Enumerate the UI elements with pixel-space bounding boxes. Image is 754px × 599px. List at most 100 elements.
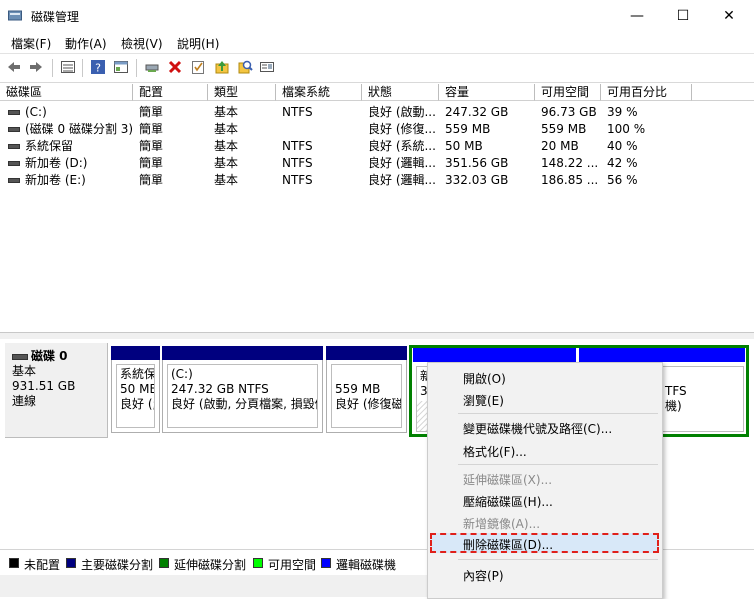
search-icon[interactable] [237,59,253,75]
column-header-type[interactable]: 類型 [208,84,276,101]
partition-status: 良好 (修復磁 [335,397,402,411]
column-header-volume[interactable]: 磁碟區 [0,84,133,101]
volume-free-percent: 40 % [607,139,638,153]
disk-size: 931.51 GB [12,379,76,393]
volume-type: 基本 [214,122,239,136]
volume-status: 良好 (邏輯... [368,156,436,170]
minimize-icon: — [630,7,644,24]
menu-item-properties[interactable]: 內容(P) [463,567,504,584]
volume-icon [8,127,20,132]
menu-item-open[interactable]: 開啟(O) [463,370,506,387]
toolbar: ? [0,53,754,83]
column-header-capacity[interactable]: 容量 [439,84,535,101]
partition-size: 247.32 GB NTFS [171,382,269,396]
menu-item-explore[interactable]: 瀏覽(E) [463,392,504,409]
column-header-layout[interactable]: 配置 [133,84,208,101]
volume-free-space: 96.73 GB [541,105,597,119]
partition-status: 機) [665,399,682,413]
volume-row[interactable]: (磁碟 0 磁碟分割 3) 簡單 基本 良好 (修復... 559 MB 559… [0,121,754,138]
details-icon[interactable] [259,59,275,75]
legend-swatch-extended [159,558,169,568]
volume-name: (磁碟 0 磁碟分割 3) [25,122,134,136]
menu-item-change-drive-letter[interactable]: 變更磁碟機代號及路徑(C)... [463,420,612,437]
forward-icon[interactable] [28,59,44,75]
partition-bar-primary [111,346,160,360]
context-menu: 開啟(O) 瀏覽(E) 變更磁碟機代號及路徑(C)... 格式化(F)... 延… [427,362,663,599]
volume-icon [8,144,20,149]
back-icon[interactable] [6,59,22,75]
volume-status: 良好 (邏輯... [368,173,436,187]
help-icon[interactable]: ? [90,59,106,75]
status-bar [0,575,427,597]
maximize-button[interactable]: ☐ [660,0,706,31]
check-icon[interactable] [190,59,206,75]
logical-bar [579,348,745,362]
column-header-free-percent[interactable]: 可用百分比 [601,84,692,101]
menu-item-add-mirror: 新增鏡像(A)... [463,517,541,531]
partition-size: 50 MB [120,382,155,396]
partition-bar-primary [326,346,407,360]
column-header-free-space[interactable]: 可用空間 [535,84,601,101]
volume-filesystem: NTFS [282,173,313,187]
menu-help[interactable]: 說明(H) [177,35,219,52]
menu-file[interactable]: 檔案(F) [11,35,51,52]
minimize-button[interactable]: — [614,0,660,31]
volume-free-space: 559 MB [541,122,587,136]
volume-filesystem: NTFS [282,105,313,119]
partition-recovery[interactable]: 559 MB 良好 (修復磁 [326,360,407,433]
menu-item-delete-volume[interactable]: 刪除磁碟區(D)... [463,536,553,553]
volume-row[interactable]: 系統保留 簡單 基本 NTFS 良好 (系統... 50 MB 20 MB 40… [0,138,754,155]
volume-layout: 簡單 [139,173,164,187]
legend-swatch-primary [66,558,76,568]
partition-status: 良好 (; [120,397,155,411]
column-header-status[interactable]: 狀態 [362,84,439,101]
legend-label: 邏輯磁碟機 [336,558,397,572]
up-icon[interactable] [214,59,230,75]
volume-name: 系統保留 [25,139,74,153]
logical-bar [413,348,576,362]
menu-item-format[interactable]: 格式化(F)... [463,443,527,460]
list-view-icon[interactable] [60,59,76,75]
volume-free-space: 148.22 ... [541,156,599,170]
volume-capacity: 332.03 GB [445,173,509,187]
volume-type: 基本 [214,139,239,153]
menu-item-shrink-volume[interactable]: 壓縮磁碟區(H)... [463,493,553,510]
volume-layout: 簡單 [139,139,164,153]
legend-swatch-logical [321,558,331,568]
volume-type: 基本 [214,156,239,170]
legend-label: 可用空間 [268,558,317,572]
disk-info-panel[interactable]: 磁碟 0 基本 931.51 GB 連線 [5,343,108,438]
partition-status: 良好 (啟動, 分頁檔案, 損毀傾 [171,397,318,411]
volume-layout: 簡單 [139,105,164,119]
properties-icon[interactable] [113,59,129,75]
toolbar-separator [52,59,53,77]
disk-status: 連線 [12,394,37,408]
menu-view[interactable]: 檢視(V) [121,35,163,52]
column-header-blank [692,84,754,101]
legend-label: 未配置 [24,558,61,572]
volume-icon [8,110,20,115]
menu-separator [458,464,658,465]
volume-layout: 簡單 [139,156,164,170]
volume-free-space: 20 MB [541,139,579,153]
disk-name: 磁碟 0 [31,349,68,363]
column-header-filesystem[interactable]: 檔案系統 [276,84,362,101]
delete-icon[interactable] [167,59,183,75]
volume-name: 新加卷 (E:) [25,173,86,187]
connect-disk-icon[interactable] [144,59,160,75]
partition-name [335,367,398,382]
volume-row[interactable]: (C:) 簡單 基本 NTFS 良好 (啟動... 247.32 GB 96.7… [0,104,754,121]
legend-swatch-free-space [253,558,263,568]
menu-action[interactable]: 動作(A) [65,35,107,52]
close-button[interactable]: ✕ [706,0,752,31]
volume-capacity: 351.56 GB [445,156,509,170]
toolbar-separator [82,59,83,77]
svg-text:?: ? [95,62,101,75]
volume-type: 基本 [214,105,239,119]
partition-system-reserved[interactable]: 系統保 50 MB 良好 (; [111,360,160,433]
partition-c[interactable]: (C:) 247.32 GB NTFS 良好 (啟動, 分頁檔案, 損毀傾 [162,360,323,433]
volume-row[interactable]: 新加卷 (E:) 簡單 基本 NTFS 良好 (邏輯... 332.03 GB … [0,172,754,189]
menu-bar: 檔案(F) 動作(A) 檢視(V) 說明(H) [0,31,754,52]
volume-row[interactable]: 新加卷 (D:) 簡單 基本 NTFS 良好 (邏輯... 351.56 GB … [0,155,754,172]
window-title: 磁碟管理 [31,10,80,24]
